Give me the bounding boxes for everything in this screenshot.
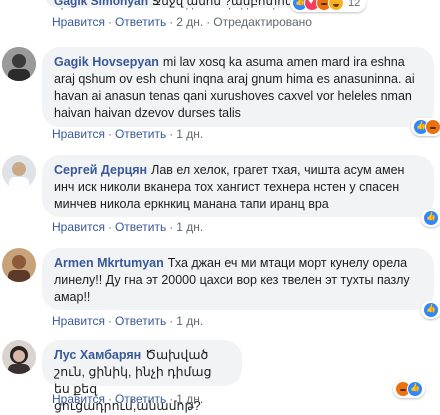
comment-author[interactable]: Armen Mkrtumyan bbox=[54, 256, 164, 270]
timestamp[interactable]: 1 дн. bbox=[176, 392, 203, 406]
reply-link[interactable]: Ответить bbox=[115, 15, 166, 29]
like-icon bbox=[407, 381, 423, 397]
reaction-summary[interactable] bbox=[393, 380, 425, 398]
comment-actions: Нравится · Ответить · 1 дн. bbox=[52, 314, 204, 328]
avatar[interactable] bbox=[2, 47, 36, 81]
avatar[interactable] bbox=[2, 155, 36, 189]
comment-bubble: Сергей Дерцян Лав ел хелок, грагет тхая, … bbox=[42, 155, 434, 217]
timestamp[interactable]: 1 дн. bbox=[176, 314, 203, 328]
comment-author[interactable]: Gagik Simonyan bbox=[54, 0, 148, 8]
like-link[interactable]: Нравится bbox=[52, 392, 105, 406]
comment-bubble: Лус Хамбарян Ծախված շուն, ցինիկ, ինչի դիմ… bbox=[42, 340, 242, 413]
comment-actions: Нравится · Ответить · 1 дн. bbox=[52, 127, 204, 141]
comment-body: Ջնջվ ամոն ?ամբոտոն bbox=[152, 0, 293, 8]
avatar[interactable] bbox=[2, 340, 36, 374]
reply-link[interactable]: Ответить bbox=[115, 314, 166, 328]
avatar-image bbox=[2, 248, 36, 282]
like-link[interactable]: Нравится bbox=[52, 314, 105, 328]
avatar[interactable] bbox=[2, 248, 36, 282]
timestamp[interactable]: 1 дн. bbox=[176, 220, 203, 234]
comment-author[interactable]: Лус Хамбарян bbox=[54, 348, 141, 362]
avatar-image bbox=[2, 340, 36, 374]
avatar-image bbox=[2, 47, 36, 81]
comment-author[interactable]: Gagik Hovsepyan bbox=[54, 55, 159, 69]
reply-link[interactable]: Ответить bbox=[115, 127, 166, 141]
like-link[interactable]: Нравится bbox=[52, 15, 105, 29]
comment-bubble: Gagik Hovsepyan mi lav xosq ka asuma amen… bbox=[42, 47, 434, 127]
angry-icon bbox=[425, 119, 440, 135]
reaction-summary[interactable] bbox=[421, 209, 440, 227]
comment-actions: Нравится · Ответить · 1 дн. bbox=[52, 392, 204, 406]
reply-link[interactable]: Ответить bbox=[115, 220, 166, 234]
reaction-count: 12 bbox=[348, 0, 361, 9]
comment-actions: Нравится·Ответить·2 дн.·Отредактировано bbox=[52, 15, 312, 29]
comment-author[interactable]: Сергей Дерцян bbox=[54, 163, 147, 177]
timestamp[interactable]: 2 дн. bbox=[176, 15, 203, 29]
timestamp[interactable]: 1 дн. bbox=[176, 127, 203, 141]
avatar-image bbox=[2, 155, 36, 189]
like-icon bbox=[423, 210, 439, 226]
haha-icon bbox=[328, 0, 344, 11]
reaction-summary[interactable]: 12 bbox=[290, 0, 367, 12]
like-icon bbox=[423, 302, 439, 318]
reply-link[interactable]: Ответить bbox=[115, 392, 166, 406]
reaction-summary[interactable] bbox=[421, 301, 440, 319]
like-link[interactable]: Нравится bbox=[52, 220, 105, 234]
like-link[interactable]: Нравится bbox=[52, 127, 105, 141]
edited-label: Отредактировано bbox=[213, 15, 312, 29]
comment-actions: Нравится · Ответить · 1 дн. bbox=[52, 220, 204, 234]
reaction-summary[interactable] bbox=[411, 118, 440, 136]
comment-bubble: Armen Mkrtumyan Тха джан еч ми мтаци морт… bbox=[42, 248, 434, 310]
